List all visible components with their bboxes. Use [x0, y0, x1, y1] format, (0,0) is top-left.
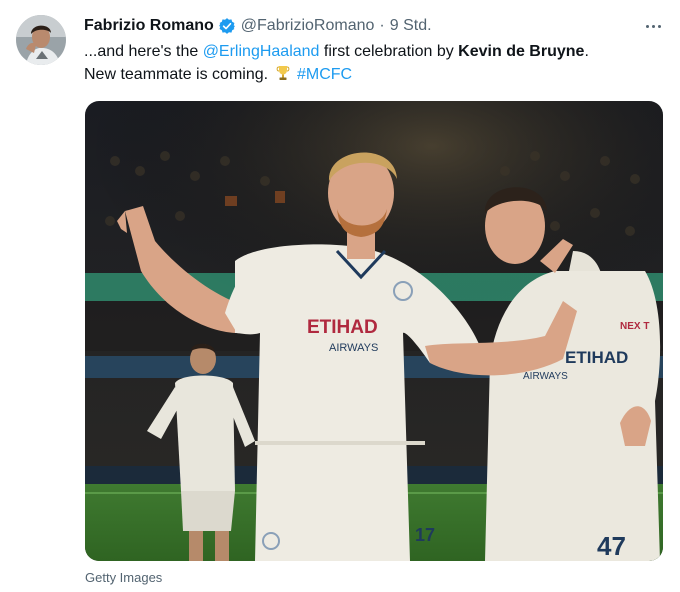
avatar[interactable]	[16, 15, 66, 65]
separator-dot: ·	[379, 17, 385, 34]
tweet-text-part2: first celebration by	[319, 43, 459, 60]
more-options-icon[interactable]	[640, 16, 666, 36]
verified-badge-icon	[218, 17, 236, 35]
hashtag-link[interactable]: #MCFC	[297, 66, 352, 83]
tweet-text: ...and here's the @ErlingHaaland first c…	[84, 40, 664, 86]
photo-credit: Getty Images	[85, 570, 163, 585]
jersey-sponsor-right: ETIHAD	[565, 348, 628, 367]
tweet-text-part1: ...and here's the	[84, 43, 203, 60]
mention-link[interactable]: @ErlingHaaland	[203, 43, 320, 60]
tweet-text-bold-name: Kevin de Bruyne	[458, 43, 585, 60]
jersey-number-right: 47	[597, 531, 626, 561]
jersey-sponsor-left: ETIHAD	[307, 317, 378, 338]
board-text: NEX T	[620, 321, 649, 332]
tweet: Fabrizio Romano @FabrizioRomano · 9 Std.…	[0, 0, 680, 592]
tweet-text-part3: .	[584, 43, 589, 60]
trophy-emoji-icon	[276, 65, 290, 81]
tweet-photo[interactable]: ETIHAD AIRWAYS 47 NEX T ETIHAD AIRWAYS 1…	[85, 101, 663, 561]
timestamp[interactable]: 9 Std.	[390, 17, 432, 35]
jersey-sponsor-sub-left: AIRWAYS	[329, 342, 378, 354]
jersey-sponsor-sub-right: AIRWAYS	[523, 371, 568, 382]
tweet-header: Fabrizio Romano @FabrizioRomano · 9 Std.	[84, 15, 432, 37]
jersey-number-left: 17	[415, 525, 435, 545]
author-handle[interactable]: @FabrizioRomano	[241, 17, 375, 35]
author-name[interactable]: Fabrizio Romano	[84, 17, 214, 35]
tweet-text-line2: New teammate is coming.	[84, 66, 269, 83]
